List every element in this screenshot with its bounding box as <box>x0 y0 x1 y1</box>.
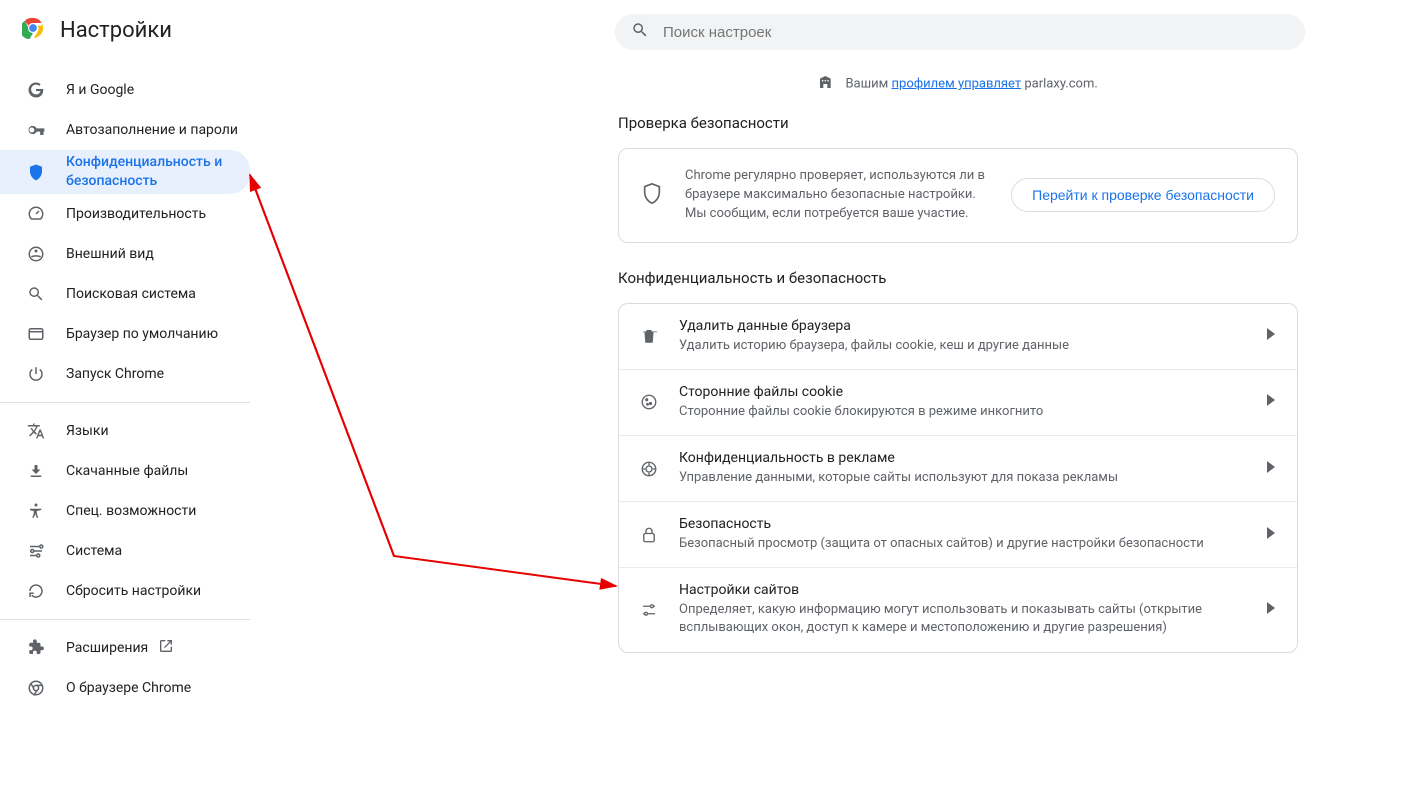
browser-icon <box>26 324 46 344</box>
sidebar-item-accessibility[interactable]: Спец. возможности <box>0 491 250 531</box>
sidebar-item-label: Внешний вид <box>66 245 154 264</box>
sidebar-item-label: Производительность <box>66 205 206 224</box>
page-title: Настройки <box>60 18 172 43</box>
chrome-logo-icon <box>22 17 44 43</box>
safety-check-button[interactable]: Перейти к проверке безопасности <box>1011 178 1275 212</box>
key-icon <box>26 120 46 140</box>
sidebar-item-languages[interactable]: Языки <box>0 411 250 451</box>
row-desc: Определяет, какую информацию могут испол… <box>679 601 1267 637</box>
sidebar-divider <box>0 402 250 403</box>
row-security[interactable]: Безопасность Безопасный просмотр (защита… <box>619 501 1297 567</box>
row-desc: Управление данными, которые сайты исполь… <box>679 469 1267 487</box>
extension-icon <box>26 638 46 658</box>
accessibility-icon <box>26 501 46 521</box>
reset-icon <box>26 581 46 601</box>
lock-icon <box>639 525 659 545</box>
section-label-privacy: Конфиденциальность и безопасность <box>618 269 1298 287</box>
speedometer-icon <box>26 204 46 224</box>
sidebar-item-privacy[interactable]: Конфиденциальность и безопасность <box>0 150 250 194</box>
sidebar-item-you-and-google[interactable]: Я и Google <box>0 70 250 110</box>
sidebar-item-label: Языки <box>66 422 109 441</box>
sidebar-item-extensions[interactable]: Расширения <box>0 628 250 668</box>
ad-icon <box>639 459 659 479</box>
chevron-right-icon <box>1267 602 1275 618</box>
row-desc: Удалить историю браузера, файлы cookie, … <box>679 337 1267 355</box>
sidebar-item-label: Система <box>66 542 122 561</box>
sidebar-item-reset[interactable]: Сбросить настройки <box>0 571 250 611</box>
search-icon <box>26 284 46 304</box>
sidebar-item-label: Сбросить настройки <box>66 582 201 601</box>
sidebar-item-about[interactable]: О браузере Chrome <box>0 668 250 708</box>
sidebar-item-default-browser[interactable]: Браузер по умолчанию <box>0 314 250 354</box>
managed-notice: Вашим профилем управляет parlaxy.com. <box>618 74 1298 94</box>
appearance-icon <box>26 244 46 264</box>
sliders-icon <box>639 600 659 620</box>
sidebar-item-system[interactable]: Система <box>0 531 250 571</box>
search-input[interactable] <box>663 24 1289 41</box>
google-g-icon <box>26 80 46 100</box>
row-desc: Безопасный просмотр (защита от опасных с… <box>679 535 1267 553</box>
search-box[interactable] <box>615 14 1305 50</box>
shield-icon <box>641 182 663 208</box>
cookie-icon <box>639 392 659 412</box>
sidebar-item-label: Запуск Chrome <box>66 365 164 384</box>
managed-prefix: Вашим <box>845 76 891 91</box>
building-icon <box>818 79 834 94</box>
sidebar-item-on-startup[interactable]: Запуск Chrome <box>0 354 250 394</box>
row-title: Безопасность <box>679 516 1267 532</box>
safety-check-card: Chrome регулярно проверяет, используются… <box>618 148 1298 243</box>
sidebar: Я и Google Автозаполнение и пароли Конфи… <box>0 60 250 708</box>
row-site-settings[interactable]: Настройки сайтов Определяет, какую инфор… <box>619 567 1297 651</box>
sidebar-item-label: Браузер по умолчанию <box>66 325 218 344</box>
managed-link[interactable]: профилем управляет <box>892 76 1022 91</box>
chevron-right-icon <box>1267 394 1275 410</box>
row-title: Настройки сайтов <box>679 582 1267 598</box>
sidebar-item-performance[interactable]: Производительность <box>0 194 250 234</box>
row-ad-privacy[interactable]: Конфиденциальность в рекламе Управление … <box>619 435 1297 501</box>
row-desc: Сторонние файлы cookie блокируются в реж… <box>679 403 1267 421</box>
chevron-right-icon <box>1267 328 1275 344</box>
shield-icon <box>26 162 46 182</box>
sidebar-item-downloads[interactable]: Скачанные файлы <box>0 451 250 491</box>
chevron-right-icon <box>1267 461 1275 477</box>
sidebar-divider <box>0 619 250 620</box>
sidebar-item-label: Я и Google <box>66 81 134 100</box>
sidebar-item-label: О браузере Chrome <box>66 679 191 698</box>
managed-suffix: parlaxy.com. <box>1021 76 1098 91</box>
section-label-safety: Проверка безопасности <box>618 114 1298 132</box>
trash-icon <box>639 326 659 346</box>
row-title: Конфиденциальность в рекламе <box>679 450 1267 466</box>
translate-icon <box>26 421 46 441</box>
power-icon <box>26 364 46 384</box>
sidebar-item-autofill[interactable]: Автозаполнение и пароли <box>0 110 250 150</box>
search-icon <box>631 21 649 43</box>
download-icon <box>26 461 46 481</box>
external-link-icon <box>158 638 174 658</box>
row-third-party-cookies[interactable]: Сторонние файлы cookie Сторонние файлы c… <box>619 369 1297 435</box>
sidebar-item-label: Конфиденциальность и безопасность <box>66 153 250 191</box>
row-title: Сторонние файлы cookie <box>679 384 1267 400</box>
sidebar-item-label: Поисковая система <box>66 285 196 304</box>
privacy-card: Удалить данные браузера Удалить историю … <box>618 303 1298 653</box>
safety-check-text: Chrome регулярно проверяет, используются… <box>685 167 1011 224</box>
sidebar-item-label: Скачанные файлы <box>66 462 188 481</box>
system-icon <box>26 541 46 561</box>
chevron-right-icon <box>1267 527 1275 543</box>
sidebar-item-label: Автозаполнение и пароли <box>66 121 238 140</box>
sidebar-item-search-engine[interactable]: Поисковая система <box>0 274 250 314</box>
row-clear-data[interactable]: Удалить данные браузера Удалить историю … <box>619 304 1297 369</box>
sidebar-item-label: Спец. возможности <box>66 502 196 521</box>
row-title: Удалить данные браузера <box>679 318 1267 334</box>
sidebar-item-appearance[interactable]: Внешний вид <box>0 234 250 274</box>
chrome-outline-icon <box>26 678 46 698</box>
sidebar-item-label: Расширения <box>66 639 148 658</box>
